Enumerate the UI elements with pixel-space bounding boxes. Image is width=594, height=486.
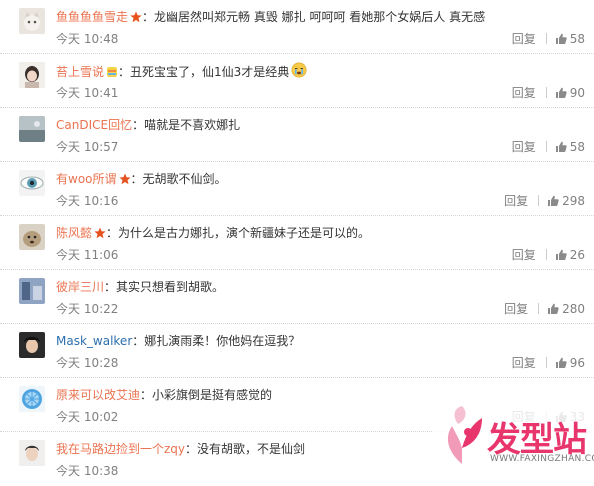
star-badge-icon xyxy=(118,172,131,190)
reply-link[interactable]: 回复 xyxy=(504,302,528,316)
avatar[interactable] xyxy=(19,278,45,304)
divider xyxy=(545,141,547,152)
comment-item: 彼岸三川：其实只想看到胡歌。 今天 10:22 回复 280 xyxy=(0,270,594,324)
comment-text: ：无胡歌不仙剑。 xyxy=(130,172,227,186)
avatar[interactable] xyxy=(19,224,45,250)
avatar[interactable] xyxy=(19,170,45,196)
crying-emoji-icon xyxy=(291,62,307,83)
reply-link[interactable]: 回复 xyxy=(512,32,536,46)
divider xyxy=(538,303,540,314)
comment-text: ：小彩旗倒是挺有感觉的 xyxy=(140,388,273,402)
comment-time: 今天 10:28 xyxy=(56,356,119,370)
thumbs-up-icon[interactable] xyxy=(547,195,559,211)
thumbs-up-icon[interactable] xyxy=(555,87,567,103)
flower-logo-icon xyxy=(438,404,486,471)
comment-time: 今天 10:22 xyxy=(56,302,119,316)
reply-link[interactable]: 回复 xyxy=(504,194,528,208)
comment-text: ：娜扎演雨柔！你他妈在逗我？ xyxy=(132,334,301,348)
comment-text: ：没有胡歌，不是仙剑 xyxy=(185,442,306,456)
username-link[interactable]: CanDICE回忆 xyxy=(56,118,132,132)
reply-link[interactable]: 回复 xyxy=(512,356,536,370)
like-count: 298 xyxy=(562,194,585,208)
comment-item: 有woo所谓 ：无胡歌不仙剑。 今天 10:16 回复 298 xyxy=(0,162,594,216)
comment-time: 今天 10:48 xyxy=(56,32,119,46)
star-badge-icon xyxy=(94,226,106,244)
divider xyxy=(545,249,547,260)
comment-item: 陈风懿 ：为什么是古力娜扎，演个新疆妹子还是可以的。 今天 11:06 回复 26 xyxy=(0,216,594,270)
username-link[interactable]: 有woo所谓 xyxy=(56,172,117,186)
site-watermark: 发型站 WWW.FAXINGZHAN.COM xyxy=(432,398,594,475)
username-link[interactable]: Mask_walker xyxy=(56,334,132,348)
comment-time: 今天 10:57 xyxy=(56,140,119,154)
divider xyxy=(545,87,547,98)
comment-text: ：丑死宝宝了，仙1仙3才是经典 xyxy=(118,65,290,79)
rainbow-badge-icon xyxy=(106,65,118,83)
username-link[interactable]: 原来可以改艾迪 xyxy=(56,388,140,402)
username-link[interactable]: 苔上雪说 xyxy=(56,65,104,79)
thumbs-up-icon[interactable] xyxy=(555,249,567,265)
reply-link[interactable]: 回复 xyxy=(512,140,536,154)
like-count: 96 xyxy=(569,356,585,370)
thumbs-up-icon[interactable] xyxy=(547,303,559,319)
like-count: 58 xyxy=(569,140,585,154)
avatar[interactable] xyxy=(19,332,45,358)
avatar[interactable] xyxy=(19,8,45,34)
like-count: 280 xyxy=(562,302,585,316)
thumbs-up-icon[interactable] xyxy=(555,357,567,373)
star-badge-icon xyxy=(130,10,142,28)
comment-text: ：喵就是不喜欢娜扎 xyxy=(132,118,241,132)
comment-time: 今天 11:06 xyxy=(56,248,119,262)
avatar[interactable] xyxy=(19,386,45,412)
divider xyxy=(545,33,547,44)
divider xyxy=(538,195,540,206)
comment-time: 今天 10:38 xyxy=(56,464,119,478)
comment-text: ：龙幽居然叫郑元畅 真毁 娜扎 呵呵呵 看她那个女娲后人 真无感 xyxy=(142,10,486,24)
reply-link[interactable]: 回复 xyxy=(512,248,536,262)
comment-item: Mask_walker：娜扎演雨柔！你他妈在逗我？ 今天 10:28 回复 96 xyxy=(0,324,594,378)
username-link[interactable]: 陈风懿 xyxy=(56,226,92,240)
thumbs-up-icon[interactable] xyxy=(555,141,567,157)
username-link[interactable]: 彼岸三川 xyxy=(56,280,104,294)
like-count: 26 xyxy=(569,248,585,262)
comment-time: 今天 10:02 xyxy=(56,410,119,424)
avatar[interactable] xyxy=(19,116,45,142)
username-link[interactable]: 我在马路边捡到一个zqy xyxy=(56,442,185,456)
divider xyxy=(545,357,547,368)
comment-time: 今天 10:41 xyxy=(56,86,119,100)
comment-item: 鱼鱼鱼鱼雪走 ：龙幽居然叫郑元畅 真毁 娜扎 呵呵呵 看她那个女娲后人 真无感 今… xyxy=(0,0,594,54)
reply-link[interactable]: 回复 xyxy=(512,86,536,100)
username-link[interactable]: 鱼鱼鱼鱼雪走 xyxy=(56,10,128,24)
avatar[interactable] xyxy=(19,62,45,88)
avatar[interactable] xyxy=(19,440,45,466)
comment-item: CanDICE回忆：喵就是不喜欢娜扎 今天 10:57 回复 58 xyxy=(0,108,594,162)
watermark-url: WWW.FAXINGZHAN.COM xyxy=(490,454,594,464)
thumbs-up-icon[interactable] xyxy=(555,33,567,49)
comment-item: 苔上雪说 ：丑死宝宝了，仙1仙3才是经典 今天 10:41 回复 90 xyxy=(0,54,594,108)
like-count: 90 xyxy=(569,86,585,100)
comment-time: 今天 10:16 xyxy=(56,194,119,208)
like-count: 58 xyxy=(569,32,585,46)
comment-text: ：为什么是古力娜扎，演个新疆妹子还是可以的。 xyxy=(106,226,371,240)
comment-text: ：其实只想看到胡歌。 xyxy=(104,280,225,294)
